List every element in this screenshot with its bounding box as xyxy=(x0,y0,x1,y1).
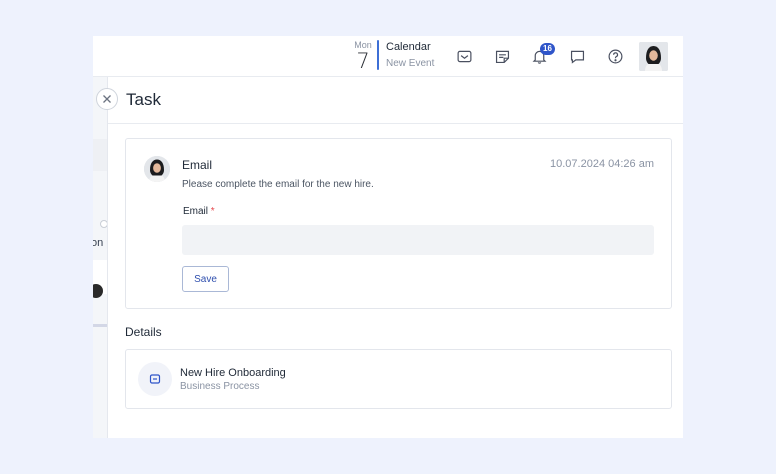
task-drawer: Task Email 10.07.2024 04:26 am Please co… xyxy=(107,77,683,438)
drawer-title: Task xyxy=(126,90,161,109)
close-button[interactable] xyxy=(96,88,118,110)
date-day-number: 7 xyxy=(356,49,370,73)
calendar-accent-bar xyxy=(377,40,379,70)
required-marker: * xyxy=(210,206,215,217)
email-label-text: Email xyxy=(183,206,209,217)
close-icon xyxy=(103,95,111,103)
calendar-title[interactable]: Calendar xyxy=(386,41,431,53)
process-title[interactable]: New Hire Onboarding xyxy=(180,367,286,379)
notification-badge: 16 xyxy=(540,43,555,55)
task-title: Email xyxy=(182,158,213,172)
email-field-label: Email * xyxy=(183,206,215,217)
help-icon[interactable] xyxy=(605,46,625,66)
inbox-icon[interactable] xyxy=(454,46,474,66)
save-button[interactable]: Save xyxy=(182,266,229,292)
details-heading: Details xyxy=(125,325,162,339)
chat-icon[interactable] xyxy=(567,46,587,66)
date-widget[interactable]: Mon 7 xyxy=(351,40,375,72)
user-avatar[interactable] xyxy=(639,42,668,71)
background-panel xyxy=(93,77,107,438)
process-type: Business Process xyxy=(180,381,260,392)
calendar-new-event[interactable]: New Event xyxy=(386,58,434,69)
email-field[interactable] xyxy=(182,225,654,255)
notes-icon[interactable] xyxy=(492,46,512,66)
task-timestamp: 10.07.2024 04:26 am xyxy=(550,158,654,170)
task-description: Please complete the email for the new hi… xyxy=(182,179,374,190)
background-row xyxy=(93,139,107,171)
task-card: Email 10.07.2024 04:26 am Please complet… xyxy=(125,138,672,309)
assignee-avatar xyxy=(144,156,170,182)
app-window: on p Mon 7 Calendar New Event 16 Task Em… xyxy=(93,36,683,438)
background-divider xyxy=(93,324,107,327)
top-header: Mon 7 Calendar New Event 16 xyxy=(93,36,683,77)
workflow-icon xyxy=(138,362,172,396)
business-process-card[interactable]: New Hire Onboarding Business Process xyxy=(125,349,672,409)
drawer-header-divider xyxy=(108,123,683,124)
